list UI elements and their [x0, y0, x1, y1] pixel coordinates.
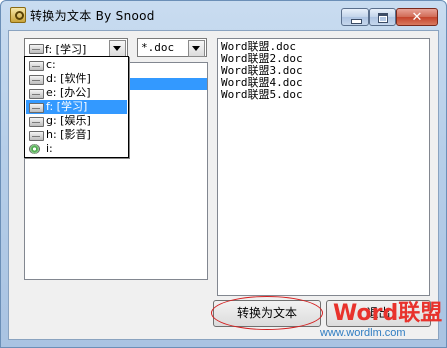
maximize-icon	[370, 9, 395, 25]
drive-icon	[29, 103, 44, 113]
watermark-logo: Word联盟	[333, 301, 443, 326]
drive-icon	[29, 117, 44, 127]
file-filter-select[interactable]: *.doc	[137, 38, 207, 57]
drive-icon	[29, 61, 44, 71]
file-list[interactable]: Word联盟.doc Word联盟2.doc Word联盟3.doc Word联…	[217, 38, 430, 296]
drive-option[interactable]: d: [软件]	[26, 72, 127, 86]
cd-drive-icon	[29, 144, 40, 154]
minimize-icon	[342, 9, 368, 25]
drive-option-selected[interactable]: f: [学习]	[26, 100, 127, 114]
minimize-button[interactable]	[341, 8, 369, 26]
drive-option[interactable]: g: [娱乐]	[26, 114, 127, 128]
drive-icon	[29, 75, 44, 85]
window-title: 转换为文本 By Snood	[30, 9, 155, 23]
maximize-button[interactable]	[369, 8, 396, 26]
chevron-down-icon[interactable]	[109, 40, 126, 57]
highlight-ellipse	[211, 296, 323, 330]
drive-option[interactable]: c:	[26, 58, 127, 72]
close-button[interactable]: ✕	[396, 8, 438, 26]
drive-icon	[29, 131, 44, 141]
close-icon: ✕	[411, 10, 423, 25]
drive-icon	[29, 89, 44, 99]
file-list-item[interactable]: Word联盟5.doc	[221, 89, 303, 101]
drive-option[interactable]: e: [办公]	[26, 86, 127, 100]
chevron-down-icon[interactable]	[188, 40, 205, 57]
drive-option[interactable]: h: [影音]	[26, 128, 127, 142]
file-filter-value: *.doc	[141, 41, 175, 54]
drive-option[interactable]: i:	[26, 142, 127, 156]
watermark-url: www.wordlm.com	[320, 327, 406, 339]
drive-select[interactable]: f: [学习]	[24, 38, 128, 57]
drive-dropdown-list: c: d: [软件] e: [办公] f: [学习] g: [娱乐] h: [影…	[24, 56, 129, 158]
drive-select-value: f: [学习]	[45, 43, 87, 56]
drive-icon	[29, 44, 44, 54]
app-key-icon	[10, 7, 26, 23]
